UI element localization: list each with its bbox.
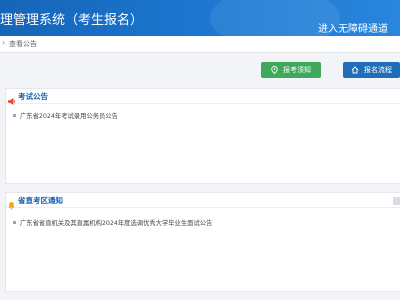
breadcrumb-current: 查看公告 xyxy=(9,40,37,48)
location-pin-icon xyxy=(271,66,278,74)
side-scroll-tab[interactable] xyxy=(393,197,400,205)
accessibility-channel-link[interactable]: 进入无障碍通道 xyxy=(318,20,388,35)
system-title: 理管理系统（考生报名） xyxy=(0,13,144,28)
regional-notices-title: 省直考区通知 xyxy=(18,196,63,205)
regional-notices-header: 省直考区通知 xyxy=(6,193,400,210)
breadcrumb-separator: › xyxy=(2,38,6,47)
registration-process-button[interactable]: 报名流程 xyxy=(343,62,400,78)
list-item[interactable]: 广东省省直机关及其直属机构2024年度选调优秀大学毕业生面试公告 xyxy=(13,218,383,228)
exam-guide-button[interactable]: 报考须知 xyxy=(261,62,321,78)
exam-announcements-header: 考试公告 xyxy=(6,89,400,105)
list-bullet xyxy=(13,114,16,117)
registration-process-label: 报名流程 xyxy=(364,66,392,74)
breadcrumb: › 查看公告 xyxy=(0,36,400,53)
megaphone-icon xyxy=(7,91,16,110)
exam-guide-label: 报考须知 xyxy=(283,66,311,74)
announcement-link[interactable]: 广东省2024年考试录用公务员公告 xyxy=(20,111,118,120)
list-bullet xyxy=(13,221,16,224)
exam-announcements-title: 考试公告 xyxy=(18,92,48,101)
bell-icon xyxy=(7,195,16,214)
top-banner: 理管理系统（考生报名） 进入无障碍通道 xyxy=(0,0,400,36)
exam-announcements-panel: 考试公告 广东省2024年考试录用公务员公告 xyxy=(5,88,400,184)
notice-link[interactable]: 广东省省直机关及其直属机构2024年度选调优秀大学毕业生面试公告 xyxy=(20,218,212,227)
list-item[interactable]: 广东省2024年考试录用公务员公告 xyxy=(13,111,383,121)
regional-notices-panel: 省直考区通知 广东省省直机关及其直属机构2024年度选调优秀大学毕业生面试公告 xyxy=(5,192,400,292)
house-icon xyxy=(351,66,359,74)
